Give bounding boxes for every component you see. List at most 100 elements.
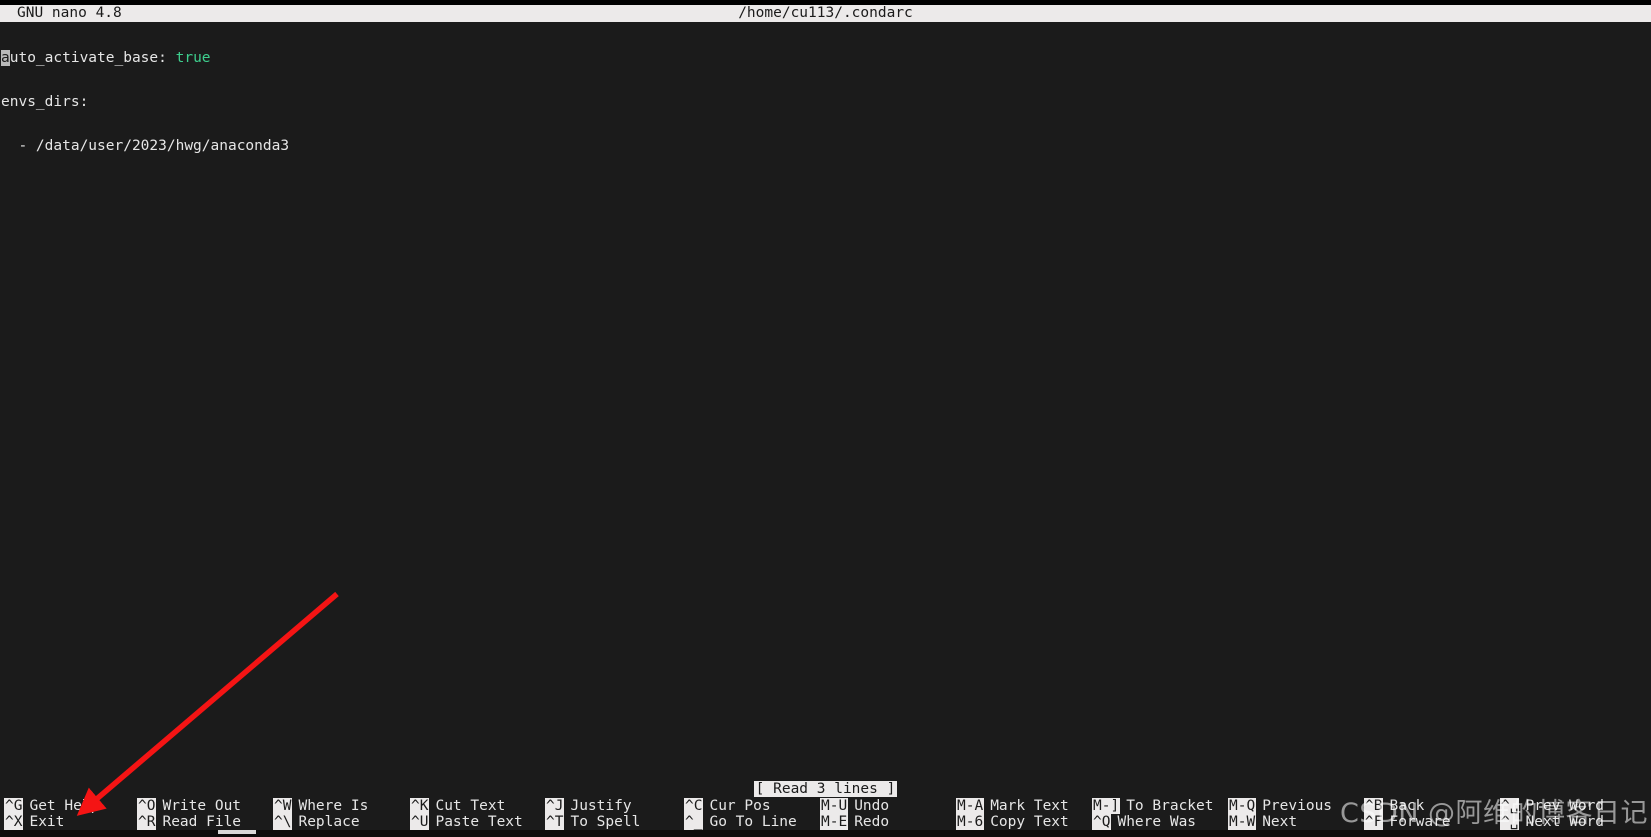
- shortcut-key-badge: ^F: [1364, 814, 1384, 830]
- shortcut-to-spell[interactable]: ^T To Spell: [545, 814, 640, 830]
- scrollbar-thumb[interactable]: [218, 830, 256, 834]
- shortcut-key-badge: ^X: [4, 814, 24, 830]
- shortcut-write-out[interactable]: ^O Write Out: [137, 798, 241, 814]
- shortcut-next[interactable]: M-W Next: [1228, 814, 1332, 830]
- shortcut-go-to-line[interactable]: ^_ Go To Line: [684, 814, 797, 830]
- shortcut-back[interactable]: ^B Back: [1364, 798, 1451, 814]
- shortcut-key-badge: ^B: [1364, 798, 1384, 814]
- shortcut-justify[interactable]: ^J Justify: [545, 798, 640, 814]
- editor-line-1-value: true: [175, 50, 211, 67]
- text-cursor: a: [1, 50, 10, 67]
- shortcut-key-badge: ^G: [4, 798, 24, 814]
- shortcut-label: Next: [1262, 814, 1298, 830]
- shortcut-previous[interactable]: M-Q Previous: [1228, 798, 1332, 814]
- shortcut-key-badge: ^R: [137, 814, 157, 830]
- titlebar: GNU nano 4.8 /home/cu113/.condarc: [0, 5, 1651, 22]
- shortcut-label: To Spell: [570, 814, 641, 830]
- shortcut-key-badge: ^J: [545, 798, 565, 814]
- shortcut-label: Forware: [1389, 814, 1451, 830]
- shortcut-label: Cut Text: [435, 798, 506, 814]
- shortcut-key-badge: M-6: [956, 814, 985, 830]
- shortcut-label: Copy Text: [990, 814, 1069, 830]
- shortcut-label: Where Was: [1117, 814, 1197, 830]
- shortcut-label: Previous: [1262, 798, 1333, 814]
- shortcut-key-badge: ^\: [273, 814, 293, 830]
- shortcut-mark-text[interactable]: M-A Mark Text: [956, 798, 1069, 814]
- shortcut-paste-text[interactable]: ^U Paste Text: [410, 814, 523, 830]
- shortcut-to-bracket[interactable]: M-] To Bracket: [1092, 798, 1214, 814]
- shortcut-forware[interactable]: ^F Forware: [1364, 814, 1451, 830]
- shortcut-where-was[interactable]: ^Q Where Was: [1092, 814, 1214, 830]
- shortcut-label: To Bracket: [1126, 798, 1214, 814]
- nano-editor-window: GNU nano 4.8 /home/cu113/.condarc auto_a…: [0, 0, 1651, 837]
- shortcut-next-word[interactable]: ^␣ Next Word: [1500, 814, 1604, 830]
- shortcut-key-badge: M-U: [820, 798, 849, 814]
- shortcut-column-2: ^O Write Out ^R Read File: [137, 798, 241, 830]
- editor-line-1: auto_activate_base: true: [0, 50, 1651, 67]
- editor-line-2: envs_dirs:: [1, 93, 89, 110]
- shortcut-label: Write Out: [162, 798, 242, 814]
- status-message-wrapper: [ Read 3 lines ]: [0, 781, 1651, 798]
- editor-line-1-key: uto_activate_base:: [9, 50, 176, 67]
- shortcut-label: Exit: [29, 814, 65, 830]
- shortcut-redo[interactable]: M-E Redo: [820, 814, 889, 830]
- shortcut-label: Where Is: [298, 798, 369, 814]
- horizontal-scrollbar[interactable]: [0, 830, 1651, 837]
- shortcut-column-12: ^␣ Prev Word ^␣ Next Word: [1500, 798, 1604, 830]
- shortcut-column-10: M-Q Previous M-W Next: [1228, 798, 1332, 830]
- shortcut-column-1: ^G Get Help ^X Exit: [4, 798, 99, 830]
- shortcut-cut-text[interactable]: ^K Cut Text: [410, 798, 523, 814]
- shortcut-exit[interactable]: ^X Exit: [4, 814, 99, 830]
- shortcut-key-bar: ^G Get Help ^X Exit ^O Write Out ^R Read File ^W…: [0, 798, 1651, 830]
- shortcut-get-help[interactable]: ^G Get Help: [4, 798, 99, 814]
- shortcut-label: Paste Text: [435, 814, 523, 830]
- shortcut-key-badge: ^␣: [1500, 798, 1520, 814]
- status-message: [ Read 3 lines ]: [753, 781, 898, 797]
- shortcut-key-badge: ^_: [684, 814, 704, 830]
- shortcut-label: Undo: [854, 798, 890, 814]
- shortcut-where-is[interactable]: ^W Where Is: [273, 798, 368, 814]
- shortcut-column-3: ^W Where Is ^\ Replace: [273, 798, 368, 830]
- shortcut-column-4: ^K Cut Text ^U Paste Text: [410, 798, 523, 830]
- shortcut-column-7: M-U Undo M-E Redo: [820, 798, 889, 830]
- shortcut-cur-pos[interactable]: ^C Cur Pos: [684, 798, 797, 814]
- shortcut-key-badge: M-W: [1228, 814, 1257, 830]
- shortcut-label: Justify: [570, 798, 632, 814]
- shortcut-key-badge: ^K: [410, 798, 430, 814]
- shortcut-column-8: M-A Mark Text M-6 Copy Text: [956, 798, 1069, 830]
- open-file-path: /home/cu113/.condarc: [738, 5, 913, 21]
- status-bar: [ Read 3 lines ]: [0, 781, 1651, 798]
- shortcut-copy-text[interactable]: M-6 Copy Text: [956, 814, 1069, 830]
- shortcut-label: Redo: [854, 814, 890, 830]
- shortcut-column-5: ^J Justify ^T To Spell: [545, 798, 640, 830]
- shortcut-key-badge: M-]: [1092, 798, 1121, 814]
- shortcut-column-6: ^C Cur Pos ^_ Go To Line: [684, 798, 797, 830]
- shortcut-label: Prev Word: [1525, 798, 1605, 814]
- shortcut-label: Cur Pos: [709, 798, 771, 814]
- shortcut-key-badge: ^T: [545, 814, 565, 830]
- shortcut-read-file[interactable]: ^R Read File: [137, 814, 241, 830]
- shortcut-key-badge: M-E: [820, 814, 849, 830]
- shortcut-replace[interactable]: ^\ Replace: [273, 814, 368, 830]
- shortcut-key-badge: ^O: [137, 798, 157, 814]
- shortcut-undo[interactable]: M-U Undo: [820, 798, 889, 814]
- shortcut-key-badge: ^Q: [1092, 814, 1112, 830]
- shortcut-column-11: ^B Back ^F Forware: [1364, 798, 1451, 830]
- shortcut-label: Go To Line: [709, 814, 797, 830]
- shortcut-key-badge: ^U: [410, 814, 430, 830]
- shortcut-label: Back: [1389, 798, 1425, 814]
- shortcut-label: Get Help: [29, 798, 100, 814]
- editor-text-area[interactable]: auto_activate_base: true envs_dirs: - /d…: [0, 22, 1651, 774]
- editor-line-3: - /data/user/2023/hwg/anaconda3: [1, 137, 290, 154]
- shortcut-label: Mark Text: [990, 798, 1069, 814]
- shortcut-label: Read File: [162, 814, 242, 830]
- shortcut-column-9: M-] To Bracket ^Q Where Was: [1092, 798, 1214, 830]
- shortcut-prev-word[interactable]: ^␣ Prev Word: [1500, 798, 1604, 814]
- shortcut-label: Next Word: [1525, 814, 1605, 830]
- shortcut-key-badge: M-A: [956, 798, 985, 814]
- shortcut-key-badge: M-Q: [1228, 798, 1257, 814]
- shortcut-key-badge: ^C: [684, 798, 704, 814]
- shortcut-key-badge: ^␣: [1500, 814, 1520, 830]
- shortcut-key-badge: ^W: [273, 798, 293, 814]
- shortcut-label: Replace: [298, 814, 360, 830]
